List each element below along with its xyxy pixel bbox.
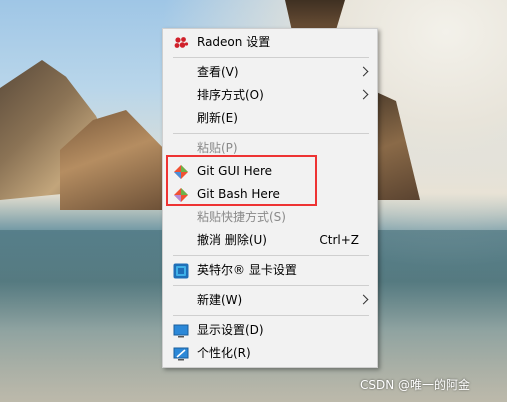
menu-separator bbox=[173, 57, 369, 58]
menu-item-label: 个性化(R) bbox=[197, 346, 251, 360]
menu-item-paste-shortcut: 粘贴快捷方式(S) bbox=[163, 206, 377, 229]
menu-separator bbox=[173, 315, 369, 316]
menu-item-label: 撤消 删除(U) bbox=[197, 233, 267, 247]
menu-item-undo-delete[interactable]: 撤消 删除(U) Ctrl+Z bbox=[163, 229, 377, 252]
menu-item-label: 英特尔® 显卡设置 bbox=[197, 263, 297, 277]
personalize-icon bbox=[173, 346, 189, 362]
chevron-right-icon bbox=[358, 66, 369, 77]
menu-item-label: 刷新(E) bbox=[197, 111, 238, 125]
radeon-icon bbox=[173, 35, 189, 51]
chevron-right-icon bbox=[358, 294, 369, 305]
display-icon bbox=[173, 323, 189, 339]
menu-separator bbox=[173, 255, 369, 256]
menu-item-intel-graphics-settings[interactable]: 英特尔® 显卡设置 bbox=[163, 259, 377, 282]
menu-item-label: 新建(W) bbox=[197, 293, 243, 307]
menu-item-personalize[interactable]: 个性化(R) bbox=[163, 342, 377, 365]
menu-item-view[interactable]: 查看(V) bbox=[163, 61, 377, 84]
menu-item-label: 查看(V) bbox=[197, 65, 239, 79]
intel-graphics-icon bbox=[173, 263, 189, 279]
menu-separator bbox=[173, 285, 369, 286]
menu-item-label: 排序方式(O) bbox=[197, 88, 264, 102]
menu-item-label: Radeon 设置 bbox=[197, 35, 271, 49]
menu-item-label: 粘贴快捷方式(S) bbox=[197, 210, 286, 224]
chevron-right-icon bbox=[358, 89, 369, 100]
menu-item-refresh[interactable]: 刷新(E) bbox=[163, 107, 377, 130]
menu-item-sort-by[interactable]: 排序方式(O) bbox=[163, 84, 377, 107]
menu-item-radeon-settings[interactable]: Radeon 设置 bbox=[163, 31, 377, 54]
menu-item-new[interactable]: 新建(W) bbox=[163, 289, 377, 312]
watermark: CSDN @唯一的阿金 bbox=[360, 378, 471, 392]
menu-separator bbox=[173, 133, 369, 134]
menu-item-shortcut: Ctrl+Z bbox=[319, 233, 359, 247]
annotation-highlight-box bbox=[166, 155, 317, 206]
menu-item-label: 显示设置(D) bbox=[197, 323, 264, 337]
menu-item-display-settings[interactable]: 显示设置(D) bbox=[163, 319, 377, 342]
